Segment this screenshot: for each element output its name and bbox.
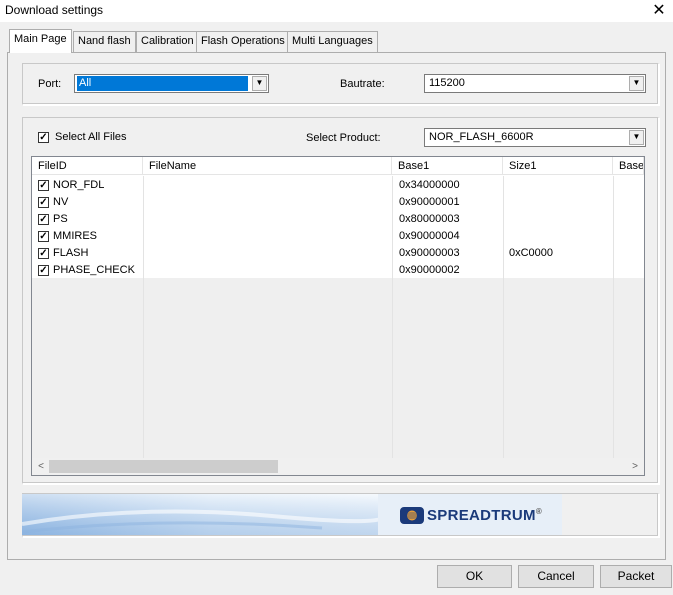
chevron-down-icon[interactable]: ▼ — [629, 130, 644, 145]
scrollbar-thumb[interactable] — [49, 460, 278, 473]
table-row[interactable]: ✓ MMIRES 0x90000004 — [32, 228, 644, 245]
row-base1: 0x90000001 — [399, 196, 460, 208]
product-select[interactable]: NOR_FLASH_6600R ▼ — [424, 128, 646, 147]
row-size1 — [509, 194, 609, 211]
row-checkbox[interactable]: ✓ — [38, 214, 49, 225]
row-checkbox[interactable]: ✓ — [38, 265, 49, 276]
tab-nand-flash[interactable]: Nand flash — [73, 31, 136, 52]
table-row[interactable]: ✓ PHASE_CHECK 0x90000002 — [32, 262, 644, 279]
tab-main-page[interactable]: Main Page — [9, 29, 72, 53]
spreadtrum-logo-icon — [400, 507, 424, 524]
select-all-checkbox[interactable]: ✓ — [38, 132, 49, 143]
row-checkbox[interactable]: ✓ — [38, 248, 49, 259]
table-row[interactable]: ✓ NV 0x90000001 — [32, 194, 644, 211]
column-header-fileid[interactable]: FileID — [32, 157, 143, 175]
row-fileid: NV — [53, 196, 69, 208]
chevron-down-icon[interactable]: ▼ — [252, 76, 267, 91]
close-icon[interactable]: ✕ — [649, 1, 669, 21]
select-product-label: Select Product: — [306, 132, 381, 144]
row-fileid: PS — [53, 213, 68, 225]
row-base1: 0x34000000 — [399, 179, 460, 191]
row-size1 — [509, 177, 609, 194]
scroll-left-icon[interactable]: < — [35, 460, 47, 473]
packet-button[interactable]: Packet — [600, 565, 672, 588]
table-row[interactable]: ✓ PS 0x80000003 — [32, 211, 644, 228]
table-row[interactable]: ✓ FLASH 0x90000003 0xC0000 — [32, 245, 644, 262]
select-all-label: Select All Files — [55, 131, 127, 143]
ok-button[interactable]: OK — [437, 565, 512, 588]
tab-multi-languages[interactable]: Multi Languages — [287, 31, 378, 52]
row-size1 — [509, 228, 609, 245]
title-bar: Download settings ✕ — [0, 0, 673, 22]
row-checkbox[interactable]: ✓ — [38, 180, 49, 191]
horizontal-scrollbar[interactable]: < > — [32, 458, 644, 475]
bautrate-label: Bautrate: — [340, 78, 385, 90]
tab-calibration[interactable]: Calibration — [136, 31, 199, 52]
cancel-button[interactable]: Cancel — [518, 565, 594, 588]
list-empty-area — [32, 278, 644, 459]
file-list[interactable]: FileID FileName Base1 Size1 Base2 ✓ NOR_… — [31, 156, 645, 476]
row-size1: 0xC0000 — [509, 247, 554, 259]
bautrate-value: 115200 — [429, 77, 465, 89]
row-checkbox[interactable]: ✓ — [38, 197, 49, 208]
window-title: Download settings — [5, 3, 104, 17]
port-value: All — [77, 76, 248, 91]
trademark-symbol: ® — [535, 507, 543, 516]
port-select[interactable]: All ▼ — [74, 74, 269, 93]
table-row[interactable]: ✓ NOR_FDL 0x34000000 — [32, 177, 644, 194]
row-size1 — [509, 262, 609, 279]
column-header-filename[interactable]: FileName — [143, 157, 392, 175]
row-fileid: NOR_FDL — [53, 179, 105, 191]
scroll-right-icon[interactable]: > — [629, 460, 641, 473]
row-fileid: PHASE_CHECK — [53, 264, 135, 276]
row-fileid: MMIRES — [53, 230, 97, 242]
row-base1: 0x90000003 — [399, 247, 460, 259]
column-header-base1[interactable]: Base1 — [392, 157, 503, 175]
row-base1: 0x90000002 — [399, 264, 460, 276]
chevron-down-icon[interactable]: ▼ — [629, 76, 644, 91]
tab-flash-operations[interactable]: Flash Operations — [196, 31, 290, 52]
row-fileid: FLASH — [53, 247, 89, 259]
spreadtrum-banner: SPREADTRUM® — [22, 494, 562, 535]
port-label: Port: — [38, 78, 62, 90]
row-size1 — [509, 211, 609, 228]
brand-name: SPREADTRUM — [427, 507, 536, 524]
row-base1: 0x90000004 — [399, 230, 460, 242]
column-header-base2[interactable]: Base2 — [613, 157, 644, 175]
row-checkbox[interactable]: ✓ — [38, 231, 49, 242]
row-base1: 0x80000003 — [399, 213, 460, 225]
product-value: NOR_FLASH_6600R — [429, 131, 534, 143]
bautrate-select[interactable]: 115200 ▼ — [424, 74, 646, 93]
brand-wordmark: SPREADTRUM® — [427, 507, 542, 524]
column-header-size1[interactable]: Size1 — [503, 157, 613, 175]
